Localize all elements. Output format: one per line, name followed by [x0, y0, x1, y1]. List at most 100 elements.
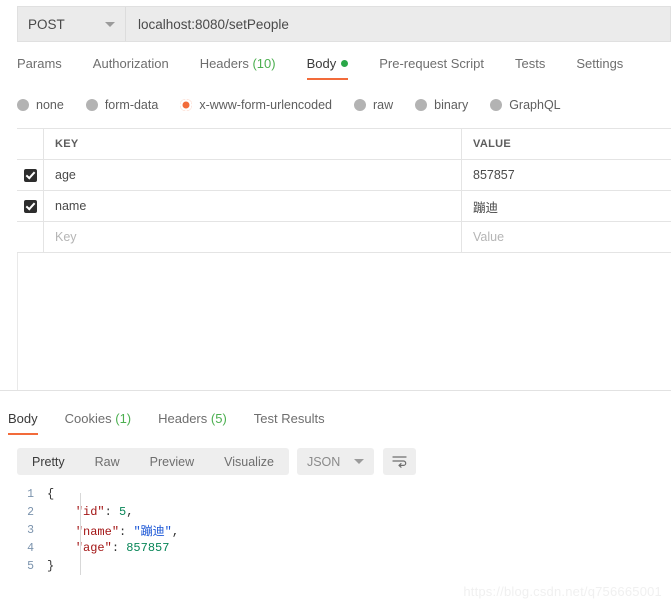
body-type-radio-x-www-form-urlencoded[interactable]: x-www-form-urlencoded — [180, 98, 332, 112]
table-body: age 857857 name 蹦迪 Key Value — [17, 160, 671, 253]
token: : — [104, 505, 120, 519]
json-line: 2 "id": 5, — [17, 503, 671, 521]
row-key-cell[interactable]: name — [44, 191, 462, 221]
table-row-empty: Key Value — [17, 222, 671, 253]
request-tab-params[interactable]: Params — [17, 56, 62, 80]
header-check-cell — [17, 129, 44, 159]
body-type-radio-none[interactable]: none — [17, 98, 64, 112]
token: "age" — [75, 541, 112, 555]
line-code: { — [47, 487, 54, 501]
body-type-radio-label: x-www-form-urlencoded — [199, 98, 332, 112]
response-tab-label: Test Results — [253, 411, 325, 426]
request-tab-body[interactable]: Body — [306, 56, 349, 80]
token: { — [47, 487, 55, 501]
body-type-radio-graphql[interactable]: GraphQL — [490, 98, 561, 112]
wrap-text-icon — [392, 456, 407, 468]
row-value-text: 蹦迪 — [473, 200, 499, 215]
response-tab-label: Headers — [158, 411, 208, 426]
header-value-cell: VALUE — [462, 129, 671, 159]
request-tabs: Params Authorization Headers (10) Body Pre-r… — [17, 56, 671, 86]
form-urlencoded-table: KEY VALUE age 857857 name 蹦迪 Key Value — [17, 128, 671, 253]
json-line: 3 "name": "蹦迪", — [17, 521, 671, 539]
request-url-bar: POST localhost:8080/setPeople — [17, 6, 671, 42]
url-input[interactable]: localhost:8080/setPeople — [126, 7, 670, 41]
response-tab-headers[interactable]: Headers (5) — [158, 411, 227, 435]
row-checkbox-cell[interactable] — [17, 191, 44, 221]
wrap-text-button[interactable] — [383, 448, 417, 475]
key-column-header: KEY — [55, 138, 79, 150]
response-tab-cookies[interactable]: Cookies (1) — [65, 411, 131, 435]
chevron-down-icon — [105, 21, 115, 27]
row-value-cell[interactable]: 857857 — [462, 160, 671, 190]
header-key-cell: KEY — [44, 129, 462, 159]
response-tab-body[interactable]: Body — [8, 411, 38, 435]
request-tab-label: Pre-request Script — [379, 56, 484, 71]
http-method-label: POST — [28, 16, 65, 32]
view-mode-preview[interactable]: Preview — [135, 448, 209, 475]
token: } — [47, 559, 55, 573]
response-format-select[interactable]: JSON — [296, 448, 375, 475]
request-tab-authorization[interactable]: Authorization — [93, 56, 169, 80]
new-key-placeholder: Key — [55, 230, 77, 244]
request-tab-headers[interactable]: Headers (10) — [200, 56, 276, 80]
row-key-cell[interactable]: age — [44, 160, 462, 190]
code-fold-guide — [80, 493, 81, 575]
line-code: "name": "蹦迪", — [47, 522, 179, 539]
body-type-radio-group: none form-data x-www-form-urlencoded raw bin… — [17, 94, 671, 116]
line-number: 5 — [27, 559, 34, 573]
view-mode-pretty[interactable]: Pretty — [17, 448, 80, 475]
token: 857857 — [126, 541, 170, 555]
request-tab-count: (10) — [252, 56, 276, 71]
line-number: 4 — [27, 541, 34, 555]
request-tab-pre-request-script[interactable]: Pre-request Script — [379, 56, 484, 80]
row-key-text: name — [55, 199, 87, 213]
body-type-radio-binary[interactable]: binary — [415, 98, 468, 112]
response-tab-label: Cookies — [64, 411, 112, 426]
json-lines: 1{2 "id": 5, 3 "name": "蹦迪", 4 "age": 8578… — [17, 485, 671, 575]
view-mode-raw[interactable]: Raw — [80, 448, 135, 475]
row-checkbox[interactable] — [23, 199, 37, 213]
row-checkbox-cell-empty[interactable] — [17, 222, 44, 252]
row-checkbox-cell[interactable] — [17, 160, 44, 190]
token: : — [111, 541, 127, 555]
row-key-text: age — [55, 168, 76, 182]
radio-dot-icon — [17, 99, 29, 111]
chevron-down-icon — [354, 459, 365, 464]
radio-dot-icon — [180, 99, 193, 111]
token: : — [119, 524, 134, 539]
body-type-radio-label: raw — [373, 98, 394, 112]
line-number: 1 — [27, 487, 34, 501]
request-tab-settings[interactable]: Settings — [576, 56, 623, 80]
table-row: name 蹦迪 — [17, 191, 671, 222]
response-tab-count: (5) — [210, 411, 227, 426]
new-key-input[interactable]: Key — [44, 222, 462, 252]
row-value-cell[interactable]: 蹦迪 — [462, 191, 671, 221]
row-value-text: 857857 — [473, 168, 515, 182]
view-mode-visualize[interactable]: Visualize — [209, 448, 289, 475]
line-number: 2 — [27, 505, 34, 519]
line-code: "age": 857857 — [47, 541, 170, 555]
request-tab-tests[interactable]: Tests — [515, 56, 545, 80]
new-value-input[interactable]: Value — [462, 222, 671, 252]
body-type-radio-raw[interactable]: raw — [354, 98, 393, 112]
table-left-rule — [17, 253, 18, 390]
line-code: } — [47, 559, 54, 573]
response-splitter[interactable] — [0, 390, 671, 391]
body-type-radio-label: binary — [434, 98, 469, 112]
json-line: 1{ — [17, 485, 671, 503]
body-type-radio-label: none — [36, 98, 64, 112]
request-tab-label: Headers — [199, 56, 249, 71]
body-type-radio-form-data[interactable]: form-data — [85, 98, 159, 112]
table-row: age 857857 — [17, 160, 671, 191]
response-tab-test-results[interactable]: Test Results — [254, 411, 325, 435]
request-tab-label: Body — [306, 56, 337, 71]
body-type-radio-label: form-data — [104, 98, 159, 112]
token: "name" — [75, 524, 120, 539]
http-method-select[interactable]: POST — [18, 7, 126, 41]
request-tab-label: Settings — [576, 56, 624, 71]
response-tab-label: Body — [8, 411, 38, 426]
value-column-header: VALUE — [473, 138, 511, 150]
row-checkbox[interactable] — [23, 168, 37, 182]
line-number: 3 — [27, 523, 34, 537]
body-type-radio-label: GraphQL — [509, 98, 561, 112]
